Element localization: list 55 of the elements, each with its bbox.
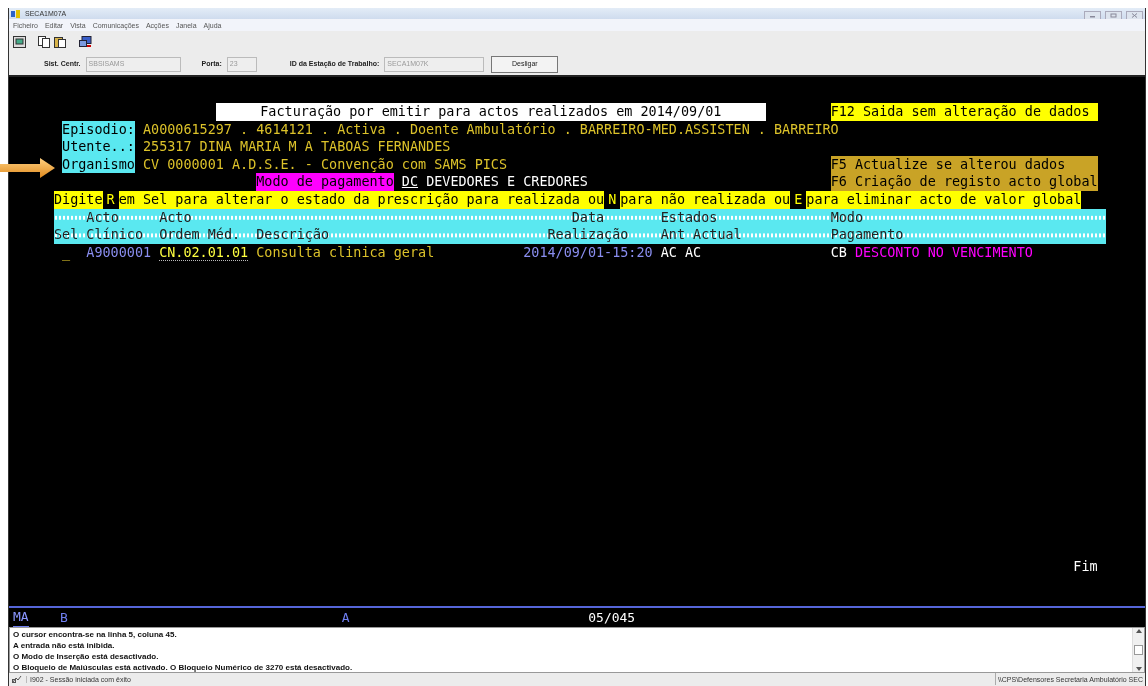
copy-icon[interactable] bbox=[38, 36, 51, 48]
payment-mode-code: DC bbox=[401, 173, 419, 191]
table-cell: A9000001 bbox=[86, 243, 152, 262]
function-key-hint: F5 Actualize se alterou dados bbox=[830, 155, 1098, 174]
table-cell: 2014/09/01-15:20 bbox=[523, 243, 653, 262]
column-header[interactable]: Estados Ant Actual bbox=[660, 208, 742, 244]
close-icon bbox=[1131, 12, 1138, 18]
scroll-down-icon[interactable] bbox=[1135, 667, 1142, 671]
function-key-hint: F6 Criação de registo acto global bbox=[830, 173, 1098, 191]
arrow-icon bbox=[0, 157, 56, 179]
scroll-up-icon[interactable] bbox=[1135, 629, 1142, 633]
message-line: O Modo de Inserção está desactivado. bbox=[13, 651, 160, 662]
field-label: Episodio: bbox=[62, 120, 135, 139]
key-letter: R bbox=[102, 190, 119, 209]
screen-title: Facturação por emitir para actos realizados em 2014/09/01 bbox=[215, 103, 766, 121]
table-cell: AC bbox=[685, 243, 702, 262]
table-cell: CB bbox=[830, 243, 847, 262]
table-cell: Consulta clinica geral bbox=[256, 243, 435, 262]
instruction-text: Digite bbox=[54, 190, 103, 209]
payment-mode-label: Modo de pagamento bbox=[256, 173, 394, 191]
paste-icon[interactable] bbox=[54, 36, 67, 48]
column-header[interactable]: Sel bbox=[54, 208, 79, 244]
computer-icon[interactable] bbox=[79, 36, 92, 48]
field-value: CV 0000001 A.D.S.E. - Convenção com SAMS PICS bbox=[142, 155, 508, 174]
monitor-icon[interactable] bbox=[13, 36, 26, 48]
status-indicator: A bbox=[341, 608, 350, 627]
end-marker: Fim bbox=[1073, 558, 1098, 576]
message-line: O cursor encontra-se na linha 5, coluna 45. bbox=[13, 629, 178, 640]
column-header[interactable]: Modo Pagamento bbox=[830, 208, 904, 244]
cursor-position: 05/045 bbox=[588, 608, 636, 627]
column-header[interactable]: Data Realização bbox=[547, 208, 629, 244]
column-header[interactable]: Acto Clínico bbox=[86, 208, 143, 244]
status-indicator: B bbox=[59, 608, 68, 627]
scrollbar[interactable] bbox=[1132, 628, 1144, 672]
table-cell: DESCONTO NO VENCIMENTO bbox=[854, 243, 1033, 262]
table-cell: AC bbox=[660, 243, 677, 262]
select-field[interactable]: _ bbox=[62, 243, 71, 262]
instruction-text: para não realizada ou bbox=[620, 190, 791, 209]
column-header[interactable]: Acto Ordem Méd. bbox=[159, 208, 241, 244]
message-line: O Bloqueio de Maiúsculas está activado. O Bloqueio Numérico de 3270 está desactivado. bbox=[13, 662, 354, 673]
table-cell: CN.02.01.01 bbox=[159, 243, 249, 262]
key-letter: N bbox=[604, 190, 621, 209]
payment-mode-value: DEVEDORES E CREDORES bbox=[426, 173, 588, 191]
field-value: A0000615297 . 4614121 . Activa . Doente Ambulatório . BARREIRO-MED.ASSISTEN . BARREIRO bbox=[142, 120, 839, 139]
field-label: Utente..: bbox=[62, 138, 135, 156]
column-header[interactable]: Descrição bbox=[256, 208, 330, 244]
restore-icon bbox=[1110, 12, 1117, 18]
message-line: A entrada não está inibida. bbox=[13, 640, 116, 651]
key-letter: E bbox=[790, 190, 807, 209]
field-value: 255317 DINA MARIA M A TABOAS FERNANDES bbox=[142, 138, 451, 156]
function-key-hint: F12 Saida sem alteração de dados bbox=[830, 103, 1098, 121]
app-icon bbox=[11, 9, 21, 18]
instruction-text: em Sel para alterar o estado da prescrição para realizada ou bbox=[118, 190, 605, 209]
instruction-text: para eliminar acto de valor global bbox=[806, 190, 1082, 209]
scrollbar-thumb[interactable] bbox=[1134, 645, 1143, 655]
